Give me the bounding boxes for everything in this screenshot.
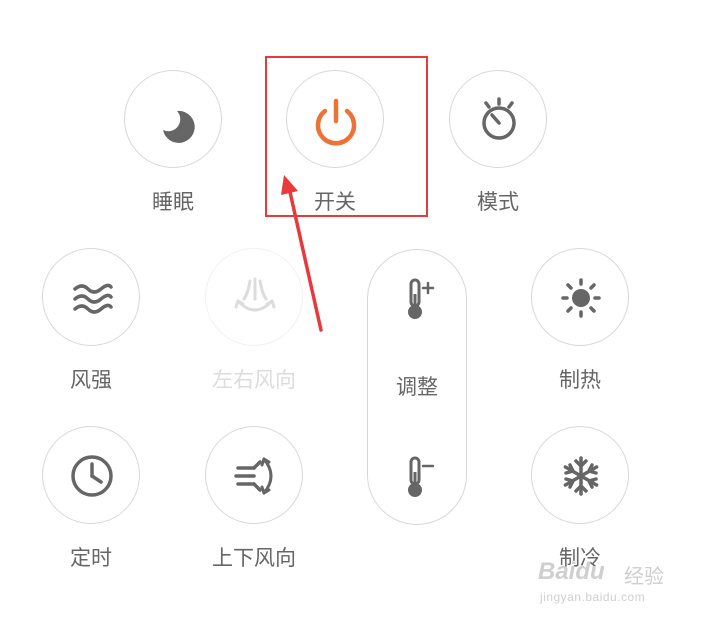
cool-button[interactable] [531,426,629,524]
sleep-label: 睡眠 [152,190,194,214]
moon-icon [163,110,195,143]
power-highlight-box [265,56,428,217]
watermark-logo: Baidu [538,558,605,585]
horizontal-swing-label: 左右风向 [212,368,296,392]
wind-strength-button[interactable] [42,248,140,346]
mode-label: 模式 [477,190,519,214]
thermometer-minus-icon[interactable] [393,454,443,504]
horizontal-swing-button[interactable] [205,248,303,346]
vertical-swing-button[interactable] [205,426,303,524]
sun-icon [561,278,601,318]
vertical-swing-icon [234,457,273,495]
mode-button[interactable] [449,70,547,168]
horizontal-swing-icon [234,277,276,312]
heat-label: 制热 [559,368,601,392]
stopwatch-icon [482,97,516,140]
clock-icon [71,455,113,497]
temperature-adjust-label: 调整 [396,375,438,399]
watermark-title: 经验 [624,564,664,588]
wind-waves-icon [73,283,113,314]
temperature-adjust-panel: 调整 [367,249,467,525]
wind-strength-label: 风强 [70,368,112,392]
vertical-swing-label: 上下风向 [212,546,296,570]
thermometer-plus-icon[interactable] [393,276,443,326]
snowflake-icon [563,456,599,496]
sleep-button[interactable] [124,70,222,168]
baidu-jingyan-watermark: Baidu 经验 jingyan.baidu.com [538,558,698,610]
heat-button[interactable] [531,248,629,346]
timer-label: 定时 [70,546,112,570]
watermark-url: jingyan.baidu.com [540,590,646,604]
timer-button[interactable] [42,426,140,524]
